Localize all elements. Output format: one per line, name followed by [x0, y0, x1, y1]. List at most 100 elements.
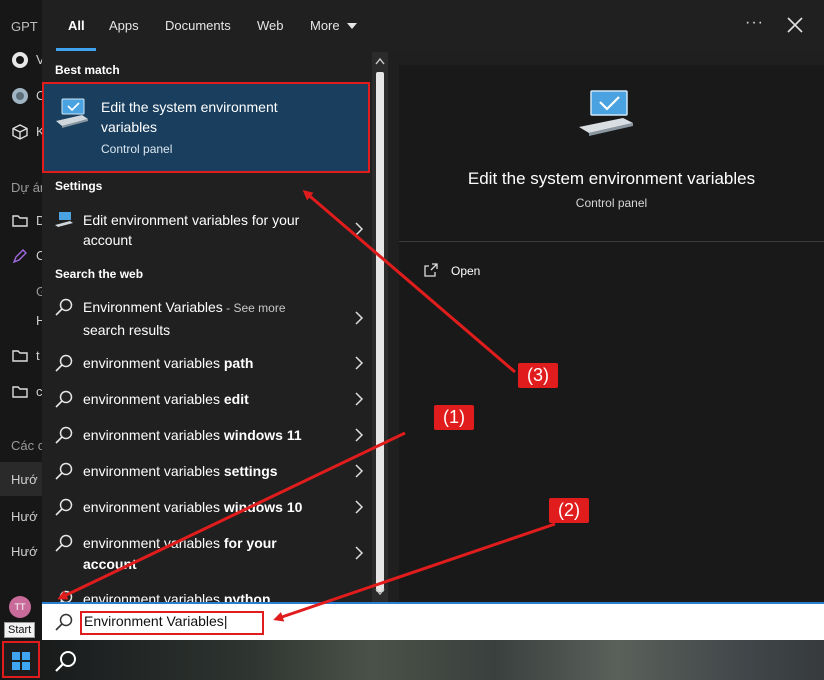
suggestion-bold: windows 10 — [223, 499, 303, 515]
scroll-thumb[interactable] — [376, 72, 384, 592]
chevron-right-icon — [355, 222, 364, 236]
suggestion-bold: path — [223, 355, 254, 371]
settings-monitor-icon — [55, 212, 73, 227]
results-scrollbar[interactable] — [372, 52, 388, 602]
suggestion-prefix: environment variables — [83, 591, 224, 602]
search-icon — [55, 390, 73, 408]
search-input-value: Environment Variables — [84, 613, 224, 629]
suggestion-prefix: environment variables — [83, 463, 224, 479]
web-suggestion[interactable]: environment variables for your account — [42, 533, 372, 579]
settings-item-label: Edit environment variables for your acco… — [83, 212, 300, 248]
search-icon — [55, 298, 73, 316]
taskbar-search-icon[interactable] — [54, 649, 78, 673]
annotation-box-best-match — [42, 82, 370, 173]
bg-section-chats: Các c — [11, 438, 44, 453]
chevron-right-icon — [355, 500, 364, 514]
windows-logo-icon — [12, 652, 30, 670]
suggestion-bold: edit — [223, 391, 249, 407]
search-icon — [55, 462, 73, 480]
preview-divider — [399, 241, 824, 242]
preview-subtitle: Control panel — [575, 196, 648, 210]
new-folder-icon — [12, 215, 28, 227]
suggestion-bold: python — [223, 591, 271, 602]
chevron-right-icon — [355, 311, 364, 325]
search-tabs: All Apps Documents Web More ··· — [42, 0, 824, 52]
suggestion-prefix: environment variables — [83, 427, 224, 443]
annotation-label-3: (3) — [518, 363, 558, 388]
tab-documents[interactable]: Documents — [165, 18, 231, 33]
tab-more[interactable]: More — [310, 18, 358, 33]
preview-title: Edit the system environment variables — [467, 169, 756, 188]
search-input[interactable]: Environment Variables| — [80, 611, 264, 635]
web-suggestion[interactable]: environment variables windows 10 — [42, 497, 372, 523]
web-suggestion[interactable]: environment variables edit — [42, 389, 372, 415]
tab-apps[interactable]: Apps — [109, 18, 139, 33]
search-icon — [55, 613, 73, 631]
folder-icon — [12, 350, 28, 362]
open-action[interactable]: Open — [451, 264, 480, 278]
start-tooltip: Start — [4, 622, 36, 638]
web-suggestion[interactable]: environment variables settings — [42, 461, 372, 487]
folder-icon — [12, 386, 28, 398]
bg-chat: Hướ — [11, 544, 38, 559]
tab-web[interactable]: Web — [257, 18, 284, 33]
best-match-heading: Best match — [55, 63, 120, 77]
open-icon[interactable] — [423, 262, 439, 278]
openai-icon — [12, 52, 28, 68]
scroll-up-icon[interactable] — [375, 57, 385, 65]
tab-more-label: More — [310, 18, 340, 33]
taskbar — [0, 640, 824, 680]
bg-chat: Hướ — [11, 472, 38, 487]
web-suggestion[interactable]: environment variables path — [42, 353, 372, 379]
suggestion-bold: for your — [223, 535, 277, 551]
monitor-icon — [579, 90, 633, 136]
web-suggestion[interactable]: environment variables python — [42, 589, 372, 602]
web-result-main: Environment Variables — [83, 299, 223, 315]
avatar: TT — [9, 596, 31, 618]
suggestion-prefix: environment variables — [83, 391, 224, 407]
settings-heading: Settings — [55, 179, 103, 193]
annotation-label-2: (2) — [549, 498, 589, 523]
chevron-right-icon — [355, 464, 364, 478]
suggestion-prefix: environment variables — [83, 535, 224, 551]
scroll-down-icon[interactable] — [375, 588, 385, 596]
search-icon — [55, 498, 73, 516]
suggestion-prefix: environment variables — [83, 355, 224, 371]
cube-icon — [12, 124, 28, 140]
text-caret: | — [223, 613, 228, 629]
annotation-label-1: (1) — [434, 405, 474, 430]
start-button[interactable] — [2, 641, 40, 678]
gpt-avatar-icon — [12, 88, 28, 104]
search-icon — [55, 354, 73, 372]
search-icon — [59, 590, 73, 602]
bg-section-projects: Dự án — [11, 180, 44, 195]
chevron-right-icon — [355, 392, 364, 406]
preview-pane: Edit the system environment variables Co… — [399, 65, 824, 602]
suggestion-bold: settings — [223, 463, 278, 479]
more-options-button[interactable]: ··· — [745, 14, 764, 32]
search-icon — [55, 426, 73, 444]
chevron-right-icon — [355, 356, 364, 370]
suggestion-prefix: environment variables — [83, 499, 224, 515]
bg-folder: t — [36, 348, 40, 363]
search-icon — [55, 534, 73, 552]
suggestion-bold-line2: account — [83, 556, 137, 572]
search-web-heading: Search the web — [55, 267, 144, 281]
caret-down-icon — [347, 23, 358, 29]
tab-all[interactable]: All — [68, 18, 85, 33]
chevron-right-icon — [355, 428, 364, 442]
search-box[interactable]: Environment Variables| — [42, 602, 824, 640]
chevron-right-icon — [355, 546, 364, 560]
close-icon[interactable] — [786, 16, 804, 34]
pen-icon — [12, 249, 27, 264]
tab-selected-indicator — [56, 48, 96, 51]
settings-item[interactable]: Edit environment variables for your acco… — [42, 207, 372, 253]
suggestion-bold: windows 11 — [223, 427, 302, 443]
web-suggestion[interactable]: environment variables windows 11 — [42, 425, 372, 451]
web-result-first[interactable]: Environment Variables - See more search … — [42, 297, 372, 343]
bg-chat: Hướ — [11, 509, 38, 524]
web-result-more: - See more — [222, 301, 286, 315]
bg-app-header: GPT — [11, 19, 38, 34]
background-app-sidebar: GPT V C K Dự án D C G H t c Các c Hướ Hư… — [0, 0, 44, 640]
web-result-line2: search results — [83, 322, 171, 338]
